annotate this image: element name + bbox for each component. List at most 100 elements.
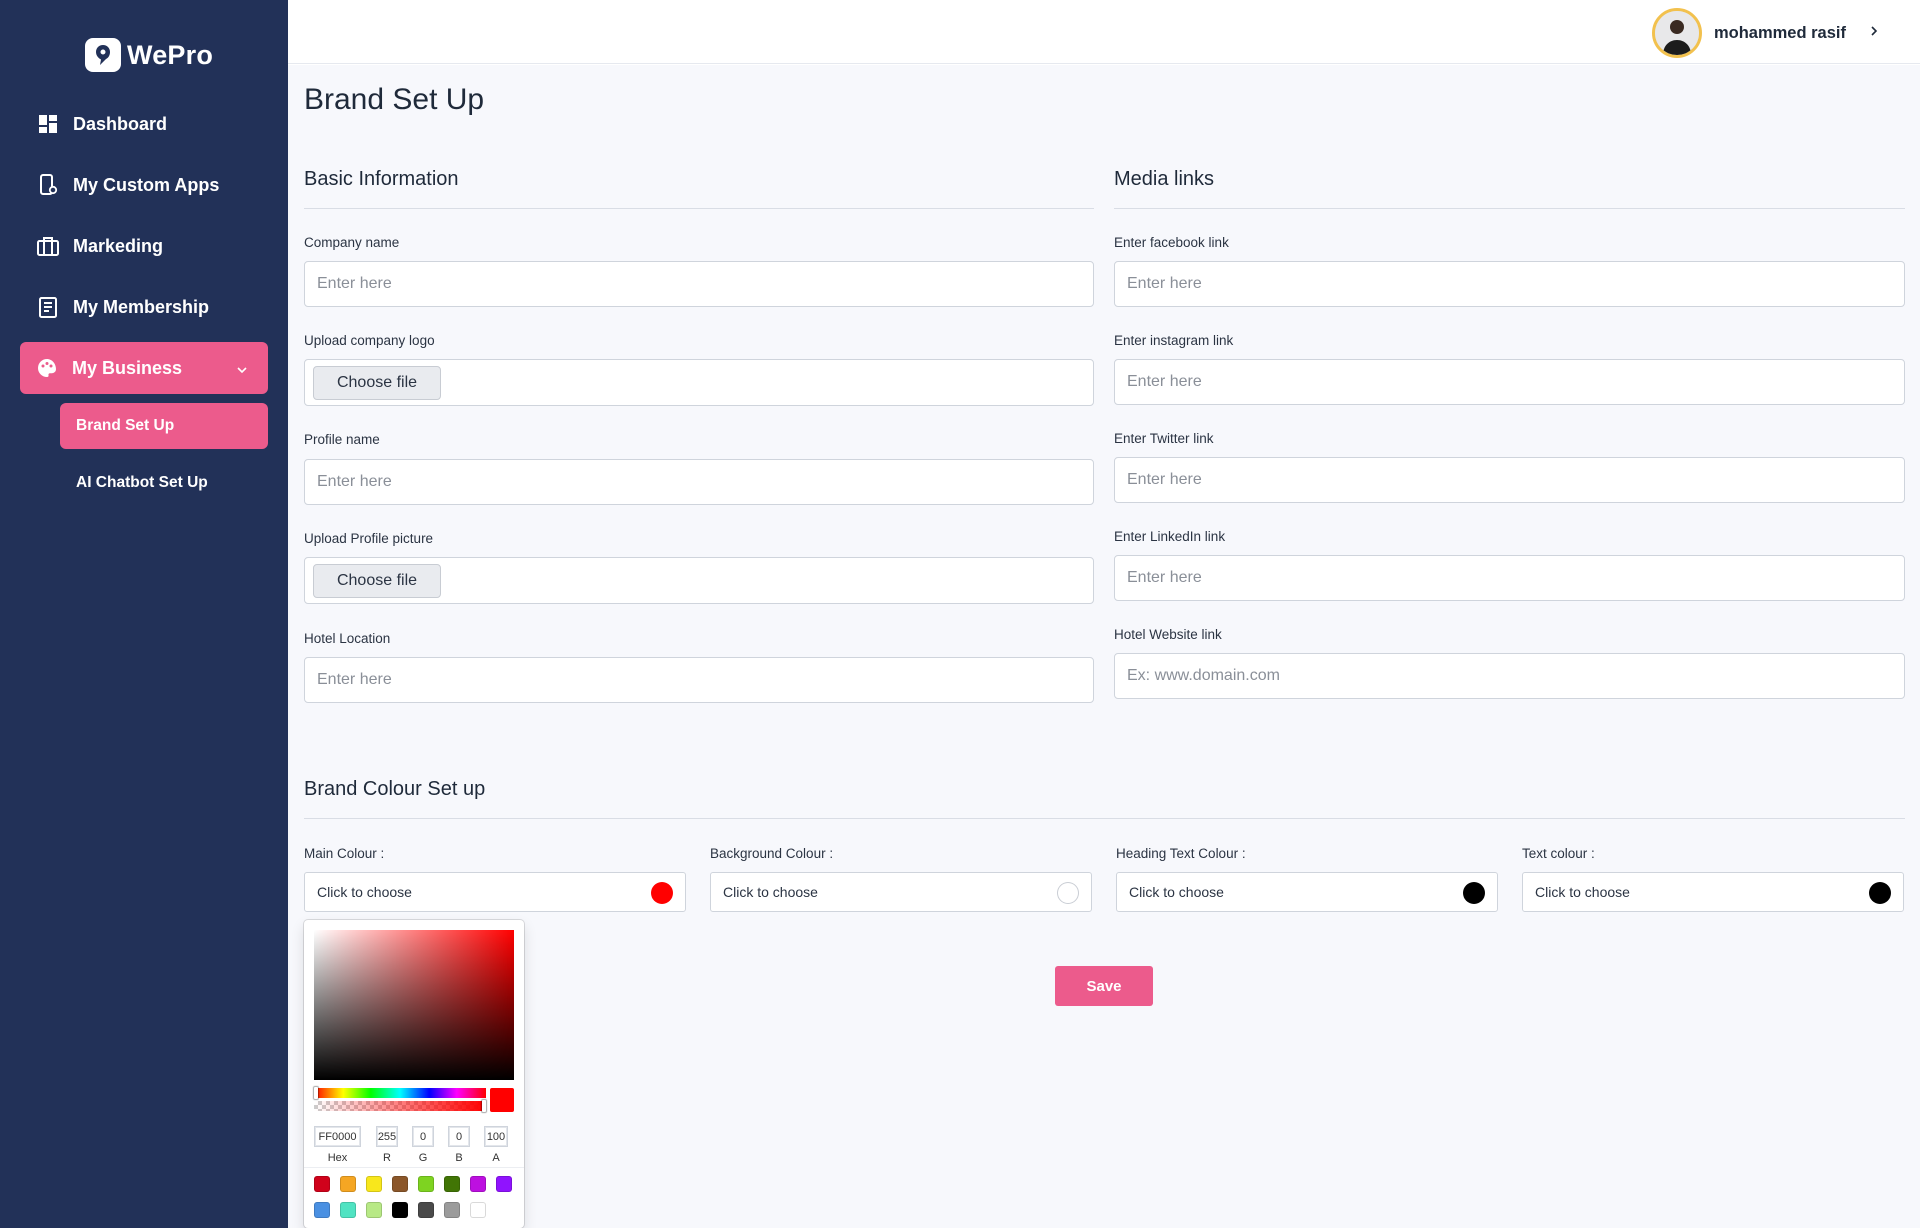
hex-input[interactable]	[314, 1126, 361, 1147]
alpha-slider-handle[interactable]	[482, 1100, 486, 1112]
profile-name-input[interactable]	[304, 459, 1094, 505]
heading-text-colour-swatch	[1463, 882, 1485, 904]
background-colour-swatch	[1057, 882, 1079, 904]
b-input[interactable]	[448, 1126, 470, 1147]
alpha-slider[interactable]	[314, 1100, 486, 1112]
facebook-link-input[interactable]	[1114, 261, 1905, 307]
top-bar: mohammed rasif	[288, 0, 1920, 64]
a-input[interactable]	[484, 1126, 508, 1147]
saturation-area[interactable]	[314, 930, 514, 1080]
b-field: B	[448, 1126, 470, 1164]
g-label: G	[418, 1152, 428, 1164]
preset-color-swatch[interactable]	[444, 1176, 460, 1192]
hue-slider-handle[interactable]	[314, 1087, 318, 1099]
document-icon	[37, 296, 59, 318]
preset-color-swatch[interactable]	[470, 1176, 486, 1192]
color-input-text: Click to choose	[1535, 884, 1630, 900]
preset-color-swatch[interactable]	[366, 1202, 382, 1218]
sidebar-item-label: Markeding	[73, 235, 164, 256]
avatar	[1651, 8, 1702, 58]
save-button[interactable]: Save	[1055, 966, 1153, 1006]
r-input[interactable]	[376, 1126, 398, 1147]
color-input-text: Click to choose	[1129, 884, 1224, 900]
sidebar-item-markeding[interactable]: Markeding	[20, 220, 268, 272]
main-colour-label: Main Colour :	[304, 846, 385, 861]
hotel-website-link-input[interactable]	[1114, 653, 1905, 699]
palette-icon	[36, 357, 58, 379]
hotel-location-label: Hotel Location	[304, 631, 391, 646]
r-label: R	[383, 1152, 391, 1164]
sidebar-item-my-custom-apps[interactable]: My Custom Apps	[20, 159, 268, 211]
preset-color-swatch[interactable]	[314, 1202, 330, 1218]
text-colour-input[interactable]: Click to choose	[1522, 872, 1904, 912]
preset-color-swatch[interactable]	[340, 1176, 356, 1192]
sidebar-nav: Dashboard My Custom Apps Markeding My Me…	[20, 98, 268, 506]
hex-field: Hex	[314, 1126, 361, 1164]
instagram-link-input[interactable]	[1114, 359, 1905, 405]
brand-name: WePro	[127, 39, 214, 70]
choose-file-button[interactable]: Choose file	[313, 366, 441, 400]
preset-color-swatch[interactable]	[340, 1202, 356, 1218]
linkedin-link-input[interactable]	[1114, 555, 1905, 601]
preset-color-swatch[interactable]	[392, 1202, 408, 1218]
heading-text-colour-label: Heading Text Colour :	[1116, 846, 1246, 861]
sidebar-item-my-membership[interactable]: My Membership	[20, 281, 268, 333]
media-links-title: Media links	[1114, 168, 1215, 190]
hotel-location-input[interactable]	[304, 657, 1094, 703]
choose-file-button[interactable]: Choose file	[313, 564, 441, 598]
brand-colour-title: Brand Colour Set up	[304, 778, 486, 800]
company-name-label: Company name	[304, 235, 400, 250]
sidebar-subitem-brand-set-up[interactable]: Brand Set Up	[60, 403, 268, 449]
chevron-right-icon	[1870, 24, 1878, 42]
color-value-fields: Hex R G B A	[314, 1126, 514, 1164]
company-logo-file-input: Choose file	[304, 359, 1094, 406]
b-label: B	[455, 1152, 463, 1164]
color-input-text: Click to choose	[317, 884, 412, 900]
brand-logo[interactable]: WePro	[85, 38, 213, 72]
hotel-website-link-label: Hotel Website link	[1114, 627, 1222, 642]
page-title: Brand Set Up	[304, 83, 485, 116]
g-field: G	[412, 1126, 434, 1164]
instagram-link-label: Enter instagram link	[1114, 333, 1234, 348]
sidebar-item-label: Dashboard	[73, 113, 168, 134]
sidebar-item-label: My Custom Apps	[73, 174, 220, 195]
preset-color-swatch[interactable]	[418, 1176, 434, 1192]
preset-color-swatch[interactable]	[314, 1176, 330, 1192]
preset-color-swatch[interactable]	[444, 1202, 460, 1218]
sidebar-subitem-ai-chatbot-set-up[interactable]: AI Chatbot Set Up	[60, 460, 268, 506]
company-name-input[interactable]	[304, 261, 1094, 307]
sidebar: WePro Dashboard My Custom Apps Markeding…	[0, 0, 288, 1228]
color-preview-swatch	[490, 1088, 514, 1112]
hue-slider[interactable]	[314, 1087, 486, 1099]
divider	[304, 1167, 524, 1168]
user-menu[interactable]: mohammed rasif	[1651, 8, 1878, 58]
hex-label: Hex	[327, 1152, 348, 1164]
preset-color-swatch[interactable]	[418, 1202, 434, 1218]
twitter-link-input[interactable]	[1114, 457, 1905, 503]
main-colour-input[interactable]: Click to choose	[304, 872, 686, 912]
heading-text-colour-input[interactable]: Click to choose	[1116, 872, 1498, 912]
text-colour-label: Text colour :	[1522, 846, 1595, 861]
divider	[304, 208, 1094, 209]
sidebar-item-label: My Membership	[73, 296, 210, 317]
background-colour-input[interactable]: Click to choose	[710, 872, 1092, 912]
upload-company-logo-label: Upload company logo	[304, 333, 435, 348]
divider	[304, 818, 1905, 819]
g-input[interactable]	[412, 1126, 434, 1147]
logo-icon	[85, 38, 121, 72]
main-colour-swatch	[651, 882, 673, 904]
preset-color-swatch[interactable]	[366, 1176, 382, 1192]
sidebar-item-dashboard[interactable]: Dashboard	[20, 98, 268, 150]
sidebar-item-my-business[interactable]: My Business	[20, 342, 268, 394]
dashboard-grid-icon	[37, 113, 59, 135]
preset-color-swatch[interactable]	[392, 1176, 408, 1192]
a-field: A	[484, 1126, 508, 1164]
basic-information-title: Basic Information	[304, 168, 459, 190]
preset-color-swatch[interactable]	[496, 1176, 512, 1192]
twitter-link-label: Enter Twitter link	[1114, 431, 1214, 446]
color-picker-popover: Hex R G B A	[304, 920, 524, 1228]
linkedin-link-label: Enter LinkedIn link	[1114, 529, 1226, 544]
phone-settings-icon	[37, 174, 59, 196]
preset-color-swatch[interactable]	[470, 1202, 486, 1218]
briefcase-icon	[37, 235, 59, 257]
